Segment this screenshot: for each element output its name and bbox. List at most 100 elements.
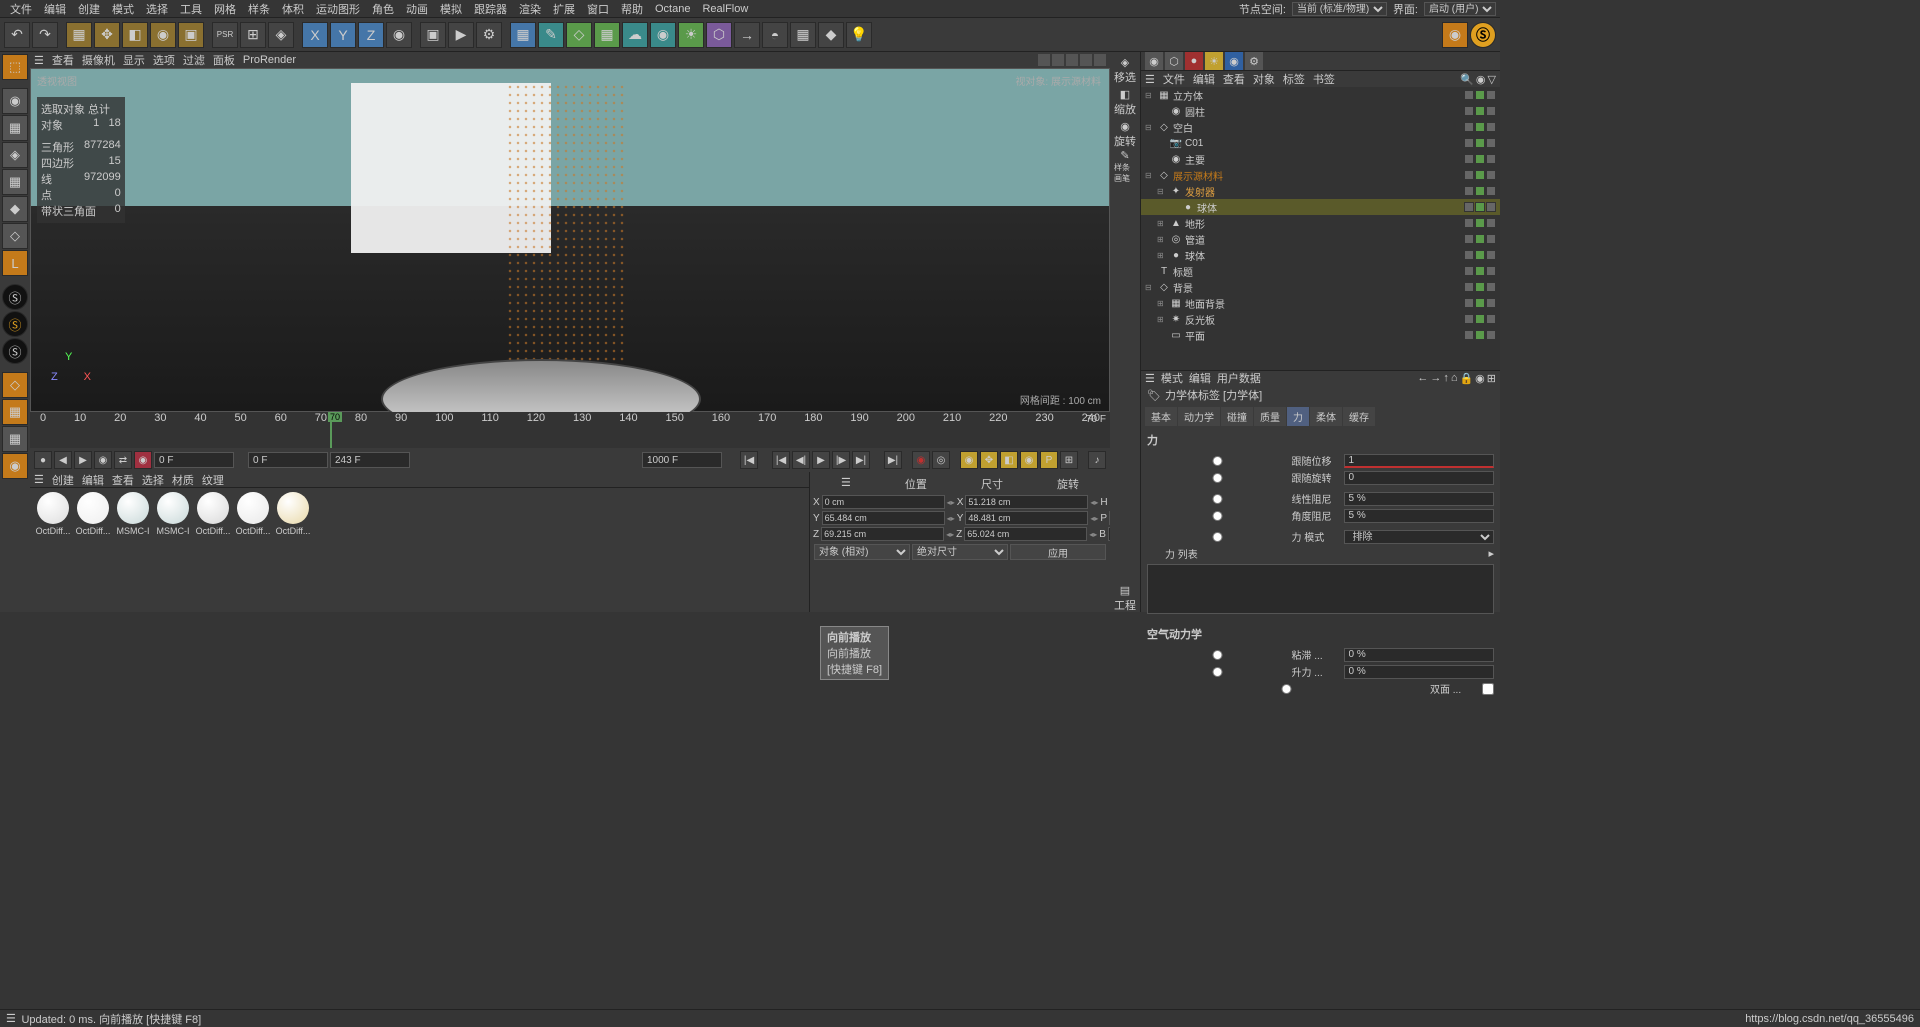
object-tag[interactable] xyxy=(1486,218,1496,228)
workplane-toggle[interactable]: ▦ xyxy=(2,399,28,425)
lock-psr[interactable]: PSR xyxy=(212,22,238,48)
mat-texture[interactable]: 纹理 xyxy=(202,472,224,488)
vp-nav-2[interactable] xyxy=(1052,54,1064,66)
uv-points-mode[interactable]: ◈ xyxy=(2,142,28,168)
coord-size-input[interactable] xyxy=(964,527,1087,541)
mat-material[interactable]: 材质 xyxy=(172,472,194,488)
edges-mode[interactable]: ◇ xyxy=(2,223,28,249)
vis-editor-tag[interactable] xyxy=(1464,122,1474,132)
lin-damp-input[interactable] xyxy=(1344,492,1495,506)
object-row[interactable]: ◉主要 xyxy=(1141,151,1500,167)
mat-create[interactable]: 创建 xyxy=(52,472,74,488)
snap-1[interactable]: Ⓢ xyxy=(2,284,28,310)
texture-mode[interactable]: ◉ xyxy=(2,88,28,114)
sound-button[interactable]: ♪ xyxy=(1088,451,1106,469)
snap-toggle[interactable]: ◇ xyxy=(2,372,28,398)
object-tag[interactable] xyxy=(1486,234,1496,244)
object-row[interactable]: ●球体 xyxy=(1141,199,1500,215)
vis-render-tag[interactable] xyxy=(1475,234,1485,244)
am-nav-lock[interactable]: 🔒 xyxy=(1459,372,1473,385)
select-tool[interactable]: ▦ xyxy=(66,22,92,48)
menu-simulate[interactable]: 模拟 xyxy=(434,1,468,17)
coord-size-input[interactable] xyxy=(965,511,1088,525)
vis-editor-tag[interactable] xyxy=(1464,154,1474,164)
follow-pos-input[interactable] xyxy=(1344,454,1495,468)
sds-toggle[interactable]: ▦ xyxy=(2,426,28,452)
material-item[interactable]: MSMC-I xyxy=(154,492,192,608)
om-menu-icon[interactable]: ☰ xyxy=(1145,73,1155,86)
coord-hdr-icon[interactable]: ☰ xyxy=(841,476,851,492)
expand-toggle[interactable]: ⊟ xyxy=(1145,283,1155,292)
force-mode-select[interactable]: 排除 xyxy=(1344,530,1495,544)
menu-mode[interactable]: 模式 xyxy=(106,1,140,17)
stick-anim[interactable] xyxy=(1147,650,1288,660)
render-picture[interactable]: ▶ xyxy=(448,22,474,48)
play-button[interactable]: ▶ xyxy=(812,451,830,469)
coord-system[interactable]: ⊞ xyxy=(240,22,266,48)
am-nav-back[interactable]: ← xyxy=(1417,372,1428,385)
object-tag[interactable] xyxy=(1486,282,1496,292)
frame-start-field[interactable] xyxy=(248,452,328,468)
object-tag[interactable] xyxy=(1486,186,1496,196)
add-light[interactable]: ☀ xyxy=(678,22,704,48)
follow-rot-anim[interactable] xyxy=(1147,473,1288,483)
rp-light[interactable]: ☀ xyxy=(1205,52,1223,70)
key-sel-6[interactable]: ⊞ xyxy=(1060,451,1078,469)
object-tag[interactable] xyxy=(1486,154,1496,164)
snap-3[interactable]: Ⓢ xyxy=(2,338,28,364)
add-environment[interactable]: ☁ xyxy=(622,22,648,48)
object-row[interactable]: ⊞▦地面背景 xyxy=(1141,295,1500,311)
key-sel-3[interactable]: ◧ xyxy=(1000,451,1018,469)
vis-editor-tag[interactable] xyxy=(1464,186,1474,196)
menu-edit[interactable]: 编辑 xyxy=(38,1,72,17)
om-search-icon[interactable]: 🔍 xyxy=(1460,73,1474,86)
vis-render-tag[interactable] xyxy=(1475,298,1485,308)
axis-world[interactable]: ◉ xyxy=(386,22,412,48)
om-tags[interactable]: 标签 xyxy=(1283,71,1305,87)
rt-move[interactable]: ◈移选 xyxy=(1114,56,1136,84)
isoline-toggle[interactable]: ◉ xyxy=(2,453,28,479)
snap-2[interactable]: Ⓢ xyxy=(2,311,28,337)
key-prev[interactable]: ◀ xyxy=(54,451,72,469)
status-hamburger[interactable]: ☰ xyxy=(6,1012,16,1025)
expand-toggle[interactable]: ⊞ xyxy=(1157,235,1167,244)
object-row[interactable]: T标题 xyxy=(1141,263,1500,279)
object-row[interactable]: 📷C01 xyxy=(1141,135,1500,151)
om-file[interactable]: 文件 xyxy=(1163,71,1185,87)
mat-select[interactable]: 选择 xyxy=(142,472,164,488)
scale-tool[interactable]: ◧ xyxy=(122,22,148,48)
uv-poly-mode[interactable]: ▦ xyxy=(2,169,28,195)
object-tag[interactable] xyxy=(1486,250,1496,260)
ang-damp-anim[interactable] xyxy=(1147,511,1288,521)
force-list[interactable] xyxy=(1147,564,1494,614)
object-row[interactable]: ⊟▦立方体 xyxy=(1141,87,1500,103)
vp-view[interactable]: 查看 xyxy=(52,52,74,68)
goto-start[interactable]: |◀ xyxy=(740,451,758,469)
vis-render-tag[interactable] xyxy=(1475,186,1485,196)
rotate-tool[interactable]: ◉ xyxy=(150,22,176,48)
polygons-mode[interactable]: L xyxy=(2,250,28,276)
points-mode[interactable]: ◆ xyxy=(2,196,28,222)
vis-render-tag[interactable] xyxy=(1475,106,1485,116)
object-tag[interactable] xyxy=(1486,298,1496,308)
am-nav-new[interactable]: ◉ xyxy=(1475,372,1485,385)
add-mograph[interactable]: ⬡ xyxy=(706,22,732,48)
menu-icon[interactable]: ☰ xyxy=(34,54,44,67)
tab-collision[interactable]: 碰撞 xyxy=(1221,407,1253,426)
object-row[interactable]: ◉圆柱 xyxy=(1141,103,1500,119)
expand-toggle[interactable]: ⊞ xyxy=(1157,315,1167,324)
expand-toggle[interactable]: ⊞ xyxy=(1157,219,1167,228)
om-eye-icon[interactable]: ◉ xyxy=(1476,73,1486,86)
menu-render[interactable]: 渲染 xyxy=(513,1,547,17)
menu-mesh[interactable]: 网格 xyxy=(208,1,242,17)
om-object[interactable]: 对象 xyxy=(1253,71,1275,87)
object-row[interactable]: ⊟◇背景 xyxy=(1141,279,1500,295)
rp-env[interactable]: ◉ xyxy=(1225,52,1243,70)
vis-editor-tag[interactable] xyxy=(1464,170,1474,180)
prev-frame[interactable]: ◀| xyxy=(792,451,810,469)
coord-pos-input[interactable] xyxy=(822,511,945,525)
add-generator[interactable]: ◇ xyxy=(566,22,592,48)
object-tag[interactable] xyxy=(1486,330,1496,340)
menu-realflow[interactable]: RealFlow xyxy=(696,3,754,15)
vis-editor-tag[interactable] xyxy=(1464,298,1474,308)
